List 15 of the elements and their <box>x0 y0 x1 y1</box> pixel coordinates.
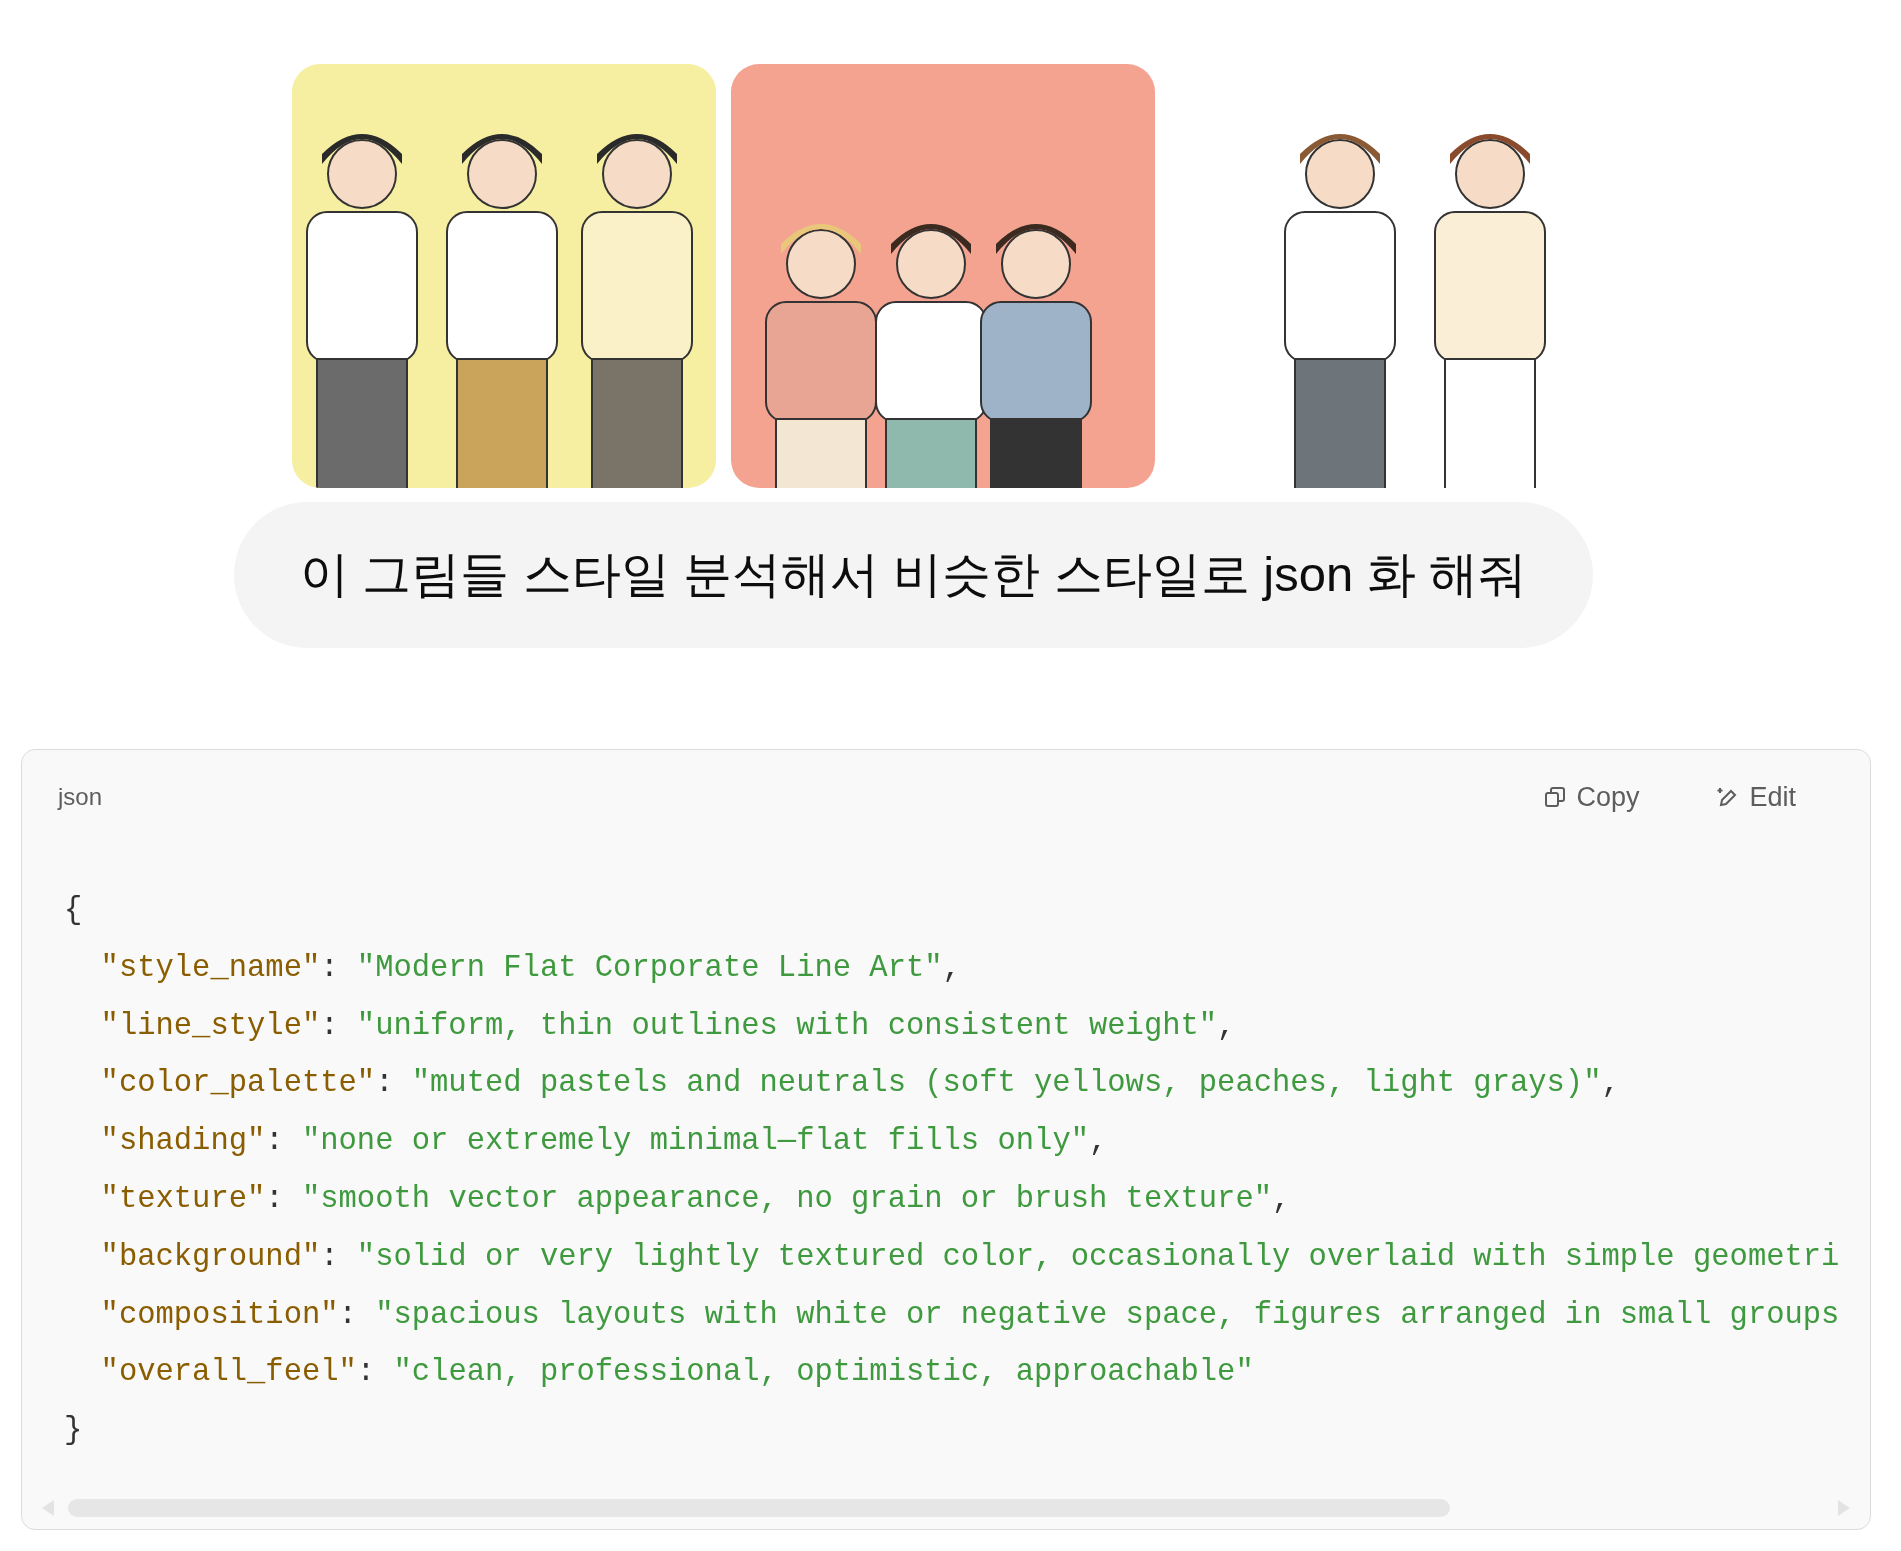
message-bubble: 이 그림들 스타일 분석해서 비슷한 스타일로 json 화 해줘 <box>234 502 1593 648</box>
code-line: "texture": "smooth vector appearance, no grain or brush texture", <box>99 1181 1292 1218</box>
code-line: "style_name": "Modern Flat Corporate Line Art", <box>99 949 962 987</box>
code-brace: { <box>64 892 84 929</box>
copy-icon <box>1544 786 1567 808</box>
edit-button[interactable]: Edit <box>1713 777 1800 817</box>
code-brace: } <box>64 1412 84 1450</box>
code-line: "line_style": "uniform, thin outlines with consistent weight", <box>99 1007 1237 1045</box>
copy-button[interactable]: Copy <box>1540 777 1644 817</box>
language-label: json <box>58 783 103 810</box>
code-line: "shading": "none or extremely minimal—flat fills only", <box>99 1123 1109 1161</box>
code-line: "composition": "spacious layouts with white or negative space, figures arranged in small groups <box>99 1296 1841 1334</box>
code-line: "background": "solid or very lightly textured color, occasionally overlaid with simple geometri <box>99 1238 1841 1276</box>
code-line: "overall_feel": "clean, professional, optimistic, approachable" <box>99 1354 1255 1392</box>
code-line: "color_palette": "muted pastels and neutrals (soft yellows, peaches, light grays)", <box>99 1065 1621 1103</box>
